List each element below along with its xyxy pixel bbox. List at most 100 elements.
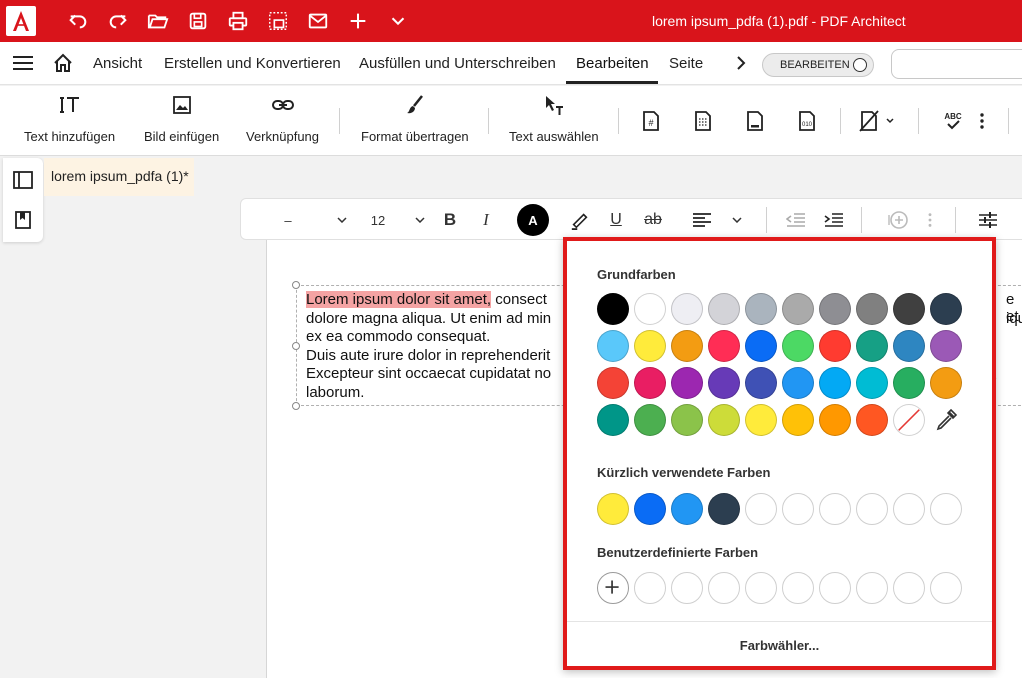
- color-swatch[interactable]: [819, 367, 851, 399]
- edit-mode-toggle[interactable]: BEARBEITEN: [762, 53, 874, 77]
- recent-color-swatch[interactable]: [671, 493, 703, 525]
- color-swatch[interactable]: [745, 293, 777, 325]
- color-swatch[interactable]: [634, 404, 666, 436]
- color-swatch[interactable]: [597, 330, 629, 362]
- custom-color-swatch-empty-slot[interactable]: [893, 572, 925, 604]
- recent-color-swatch-empty-slot[interactable]: [930, 493, 962, 525]
- color-swatch[interactable]: [745, 330, 777, 362]
- hamburger-menu-icon[interactable]: [13, 55, 33, 71]
- document-tab[interactable]: lorem ipsum_pdfa (1)*: [44, 158, 194, 196]
- indent-decrease-icon[interactable]: [785, 207, 807, 233]
- redo-icon[interactable]: [106, 9, 130, 33]
- chevron-down-icon[interactable]: [386, 9, 410, 33]
- strikethrough-icon[interactable]: ab: [641, 207, 665, 233]
- color-swatch[interactable]: [671, 367, 703, 399]
- color-swatch[interactable]: [634, 293, 666, 325]
- color-swatch[interactable]: [819, 293, 851, 325]
- mail-icon[interactable]: [306, 9, 330, 33]
- header-footer-icon[interactable]: [742, 108, 768, 134]
- adjust-settings-icon[interactable]: [977, 207, 999, 233]
- menu-erstellen-konvertieren[interactable]: Erstellen und Konvertieren: [164, 55, 341, 72]
- recent-color-swatch[interactable]: [708, 493, 740, 525]
- add-custom-color-button[interactable]: [597, 572, 629, 604]
- color-swatch[interactable]: [856, 293, 888, 325]
- add-text-button[interactable]: Text hinzufügen: [24, 94, 115, 144]
- recent-color-swatch-empty-slot[interactable]: [819, 493, 851, 525]
- color-swatch[interactable]: [597, 293, 629, 325]
- menu-bearbeiten[interactable]: Bearbeiten: [576, 55, 649, 72]
- recent-color-swatch-empty-slot[interactable]: [856, 493, 888, 525]
- menu-ansicht[interactable]: Ansicht: [93, 55, 142, 72]
- color-swatch[interactable]: [745, 367, 777, 399]
- custom-color-swatch-empty-slot[interactable]: [745, 572, 777, 604]
- color-swatch[interactable]: [708, 404, 740, 436]
- color-picker-button[interactable]: Farbwähler...: [567, 638, 992, 653]
- custom-color-swatch-empty-slot[interactable]: [819, 572, 851, 604]
- recent-color-swatch-empty-slot[interactable]: [782, 493, 814, 525]
- scan-icon[interactable]: [266, 9, 290, 33]
- insert-image-button[interactable]: Bild einfügen: [144, 94, 219, 144]
- color-swatch[interactable]: [708, 293, 740, 325]
- bookmark-panel-icon[interactable]: [13, 210, 33, 230]
- color-swatch[interactable]: [930, 330, 962, 362]
- menu-ausfuellen-unterschreiben[interactable]: Ausfüllen und Unterschreiben: [359, 55, 556, 72]
- recent-color-swatch[interactable]: [634, 493, 666, 525]
- color-swatch[interactable]: [782, 293, 814, 325]
- font-name-chevron-icon[interactable]: [335, 207, 349, 233]
- color-swatch[interactable]: [597, 367, 629, 399]
- color-swatch[interactable]: [634, 330, 666, 362]
- resize-handle[interactable]: [292, 342, 300, 350]
- color-swatch[interactable]: [930, 293, 962, 325]
- format-more-icon[interactable]: [925, 207, 935, 233]
- no-color-swatch[interactable]: [893, 404, 925, 436]
- color-swatch[interactable]: [893, 367, 925, 399]
- color-swatch[interactable]: [856, 367, 888, 399]
- color-swatch[interactable]: [782, 330, 814, 362]
- color-swatch[interactable]: [930, 367, 962, 399]
- resize-handle[interactable]: [292, 281, 300, 289]
- menu-seite[interactable]: Seite: [669, 55, 703, 72]
- color-swatch[interactable]: [597, 404, 629, 436]
- align-left-icon[interactable]: [691, 207, 713, 233]
- home-icon[interactable]: [53, 53, 73, 73]
- color-swatch[interactable]: [708, 367, 740, 399]
- custom-color-swatch-empty-slot[interactable]: [671, 572, 703, 604]
- save-icon[interactable]: [186, 9, 210, 33]
- custom-color-swatch-empty-slot[interactable]: [634, 572, 666, 604]
- open-folder-icon[interactable]: [146, 9, 170, 33]
- color-swatch[interactable]: [671, 330, 703, 362]
- resize-handle[interactable]: [292, 402, 300, 410]
- italic-icon[interactable]: I: [478, 207, 494, 233]
- color-swatch[interactable]: [856, 330, 888, 362]
- chevron-right-icon[interactable]: [734, 56, 748, 70]
- font-size-value[interactable]: 12: [366, 207, 390, 233]
- spellcheck-icon[interactable]: ABC: [940, 108, 966, 134]
- font-name-dropdown[interactable]: –: [281, 207, 295, 233]
- undo-icon[interactable]: [66, 9, 90, 33]
- recent-color-swatch-empty-slot[interactable]: [745, 493, 777, 525]
- page-number-icon[interactable]: 010: [794, 108, 820, 134]
- font-color-button[interactable]: A: [517, 204, 549, 236]
- color-swatch[interactable]: [893, 330, 925, 362]
- color-swatch[interactable]: [893, 293, 925, 325]
- custom-color-swatch-empty-slot[interactable]: [930, 572, 962, 604]
- color-swatch[interactable]: [782, 404, 814, 436]
- font-size-chevron-icon[interactable]: [413, 207, 427, 233]
- format-painter-button[interactable]: Format übertragen: [361, 94, 469, 144]
- color-swatch[interactable]: [708, 330, 740, 362]
- plus-icon[interactable]: [346, 9, 370, 33]
- recent-color-swatch[interactable]: [597, 493, 629, 525]
- color-swatch[interactable]: [671, 293, 703, 325]
- add-circle-icon[interactable]: [886, 207, 912, 233]
- color-swatch[interactable]: [745, 404, 777, 436]
- custom-color-swatch-empty-slot[interactable]: [856, 572, 888, 604]
- color-swatch[interactable]: [819, 330, 851, 362]
- print-icon[interactable]: [226, 9, 250, 33]
- redact-dropdown-icon[interactable]: [858, 108, 898, 134]
- color-swatch[interactable]: [782, 367, 814, 399]
- app-logo[interactable]: [6, 6, 36, 36]
- align-chevron-icon[interactable]: [730, 207, 744, 233]
- color-swatch[interactable]: [634, 367, 666, 399]
- highlighter-icon[interactable]: [569, 207, 591, 233]
- search-input[interactable]: [891, 49, 1022, 79]
